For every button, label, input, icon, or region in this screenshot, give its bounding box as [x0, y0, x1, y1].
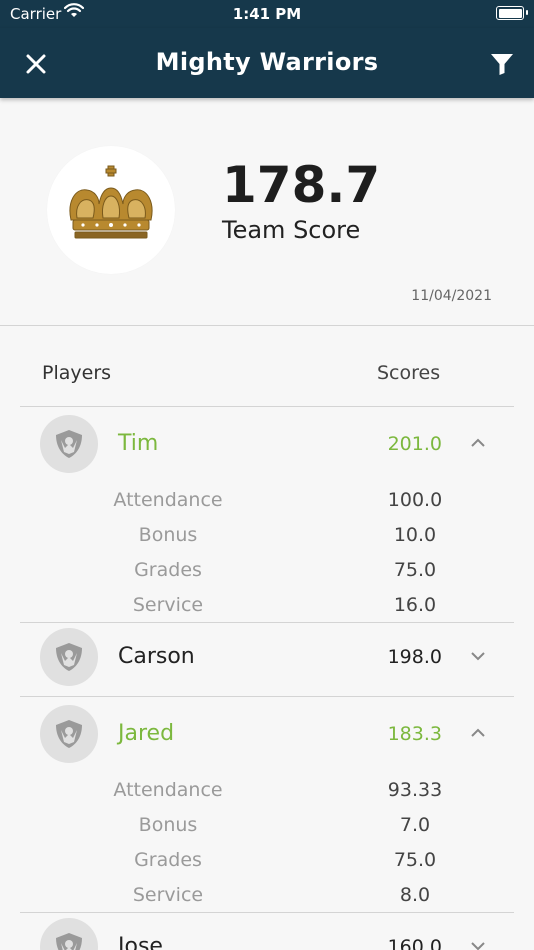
shield-icon [56, 720, 82, 748]
detail-row-service: Service 8.0 [20, 878, 514, 912]
team-header: 178.7 Team Score 11/04/2021 [0, 98, 534, 326]
detail-row-grades: Grades 75.0 [20, 843, 514, 878]
player-avatar [40, 705, 98, 763]
player-score: 198.0 [387, 646, 442, 668]
detail-value: 7.0 [399, 814, 431, 836]
player-name: Jared [118, 721, 175, 746]
player-score: 201.0 [387, 433, 442, 455]
detail-row-attendance: Attendance 100.0 [20, 483, 514, 518]
detail-row-bonus: Bonus 10.0 [20, 518, 514, 553]
team-score-value: 178.7 [222, 156, 381, 214]
nav-bar: Mighty Warriors [0, 28, 534, 98]
player-row[interactable]: Tim 201.0 [20, 407, 514, 483]
detail-label: Service [132, 884, 204, 906]
detail-label: Grades [134, 849, 202, 871]
detail-value: 100.0 [387, 489, 443, 511]
detail-label: Grades [134, 559, 202, 581]
players-column-header: Players [42, 362, 112, 384]
player-block-tim: Tim 201.0 Attendance 100.0 Bonus 10.0 Gr… [20, 407, 514, 623]
shield-icon [56, 430, 82, 458]
detail-row-service: Service 16.0 [20, 588, 514, 622]
detail-row-grades: Grades 75.0 [20, 553, 514, 588]
player-block-carson: Carson 198.0 [20, 620, 514, 697]
status-bar: Carrier 1:41 PM [0, 0, 534, 28]
player-row[interactable]: Jared 183.3 [20, 697, 514, 773]
filter-icon[interactable] [488, 50, 516, 78]
player-row[interactable]: Jose 160.0 [20, 910, 514, 950]
battery-icon [496, 6, 524, 20]
detail-label: Attendance [113, 489, 223, 511]
detail-label: Service [132, 594, 204, 616]
score-date: 11/04/2021 [411, 288, 492, 304]
detail-row-bonus: Bonus 7.0 [20, 808, 514, 843]
player-name: Carson [118, 644, 195, 669]
player-block-jose: Jose 160.0 [20, 910, 514, 950]
player-block-jared: Jared 183.3 Attendance 93.33 Bonus 7.0 G… [20, 697, 514, 913]
crown-icon [69, 165, 153, 239]
detail-value: 93.33 [387, 779, 443, 801]
player-avatar [40, 628, 98, 686]
detail-value: 8.0 [399, 884, 431, 906]
status-time: 1:41 PM [232, 5, 302, 23]
player-name: Jose [118, 934, 163, 950]
player-row[interactable]: Carson 198.0 [20, 620, 514, 696]
chevron-up-icon[interactable] [468, 723, 488, 743]
detail-row-attendance: Attendance 93.33 [20, 773, 514, 808]
player-avatar [40, 918, 98, 950]
team-score-label: Team Score [222, 216, 361, 244]
team-logo [47, 146, 175, 274]
detail-value: 16.0 [393, 594, 437, 616]
player-name: Tim [118, 431, 159, 456]
player-avatar [40, 415, 98, 473]
detail-value: 75.0 [393, 559, 437, 581]
chevron-down-icon[interactable] [468, 936, 488, 950]
detail-value: 10.0 [393, 524, 437, 546]
detail-label: Bonus [138, 814, 198, 836]
detail-value: 75.0 [393, 849, 437, 871]
chevron-up-icon[interactable] [468, 433, 488, 453]
player-score: 183.3 [387, 723, 442, 745]
shield-icon [56, 933, 82, 950]
battery-cap [526, 10, 528, 15]
player-score: 160.0 [387, 936, 442, 950]
scores-column-header: Scores [377, 362, 441, 384]
page-title: Mighty Warriors [155, 48, 379, 76]
chevron-down-icon[interactable] [468, 646, 488, 666]
shield-icon [56, 643, 82, 671]
detail-label: Attendance [113, 779, 223, 801]
detail-label: Bonus [138, 524, 198, 546]
columns-header: Players Scores [20, 326, 514, 407]
